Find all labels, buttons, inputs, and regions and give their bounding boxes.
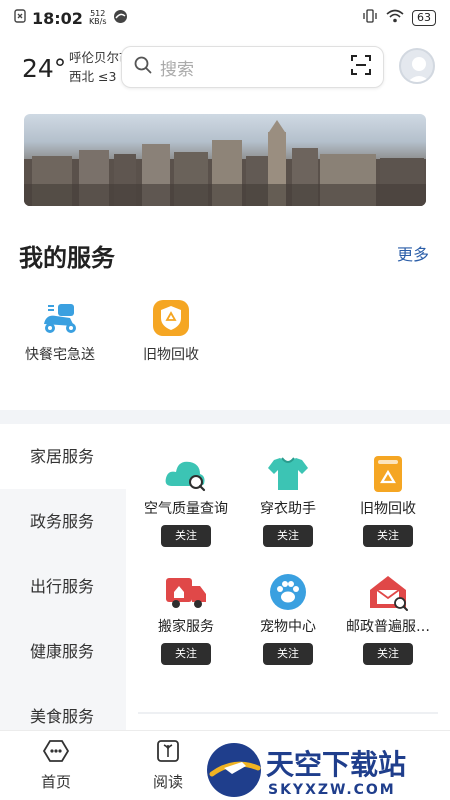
- status-right: 63: [362, 9, 436, 27]
- search-icon: [134, 56, 152, 78]
- mail-house-icon: [366, 572, 410, 612]
- service-name: 宠物中心: [260, 619, 316, 635]
- category-home[interactable]: 家居服务: [0, 424, 126, 489]
- nav-home-label: 首页: [40, 773, 71, 791]
- service-grid: 空气质量查询 关注 穿衣助手 关注 旧物回收 关注 搬家服务 关注 宠物中心 关…: [126, 424, 450, 730]
- service-item[interactable]: 搬家服务 关注: [132, 572, 240, 665]
- category-health[interactable]: 健康服务: [0, 619, 126, 684]
- nav-read[interactable]: 阅读: [138, 739, 198, 792]
- nav-home[interactable]: 首页: [26, 739, 86, 792]
- city-banner[interactable]: [24, 114, 426, 206]
- temperature: 24°: [22, 54, 67, 83]
- moving-truck-icon: [164, 572, 208, 612]
- more-link[interactable]: 更多: [397, 241, 429, 265]
- cloud-search-icon: [164, 454, 208, 494]
- recycle-shield-icon: [151, 298, 191, 338]
- follow-button[interactable]: 关注: [161, 643, 211, 665]
- net-speed-unit: KB/s: [88, 17, 107, 26]
- follow-button[interactable]: 关注: [263, 525, 313, 547]
- home-icon: [42, 740, 70, 767]
- service-item[interactable]: 穿衣助手 关注: [234, 454, 342, 547]
- scan-icon[interactable]: [351, 55, 371, 79]
- section-divider: [0, 410, 450, 424]
- service-name: 空气质量查询: [144, 501, 228, 517]
- service-name: 搬家服务: [158, 619, 214, 635]
- watermark: 天空下载站 SKYXZW.COM: [202, 738, 450, 800]
- notification-icon: [14, 9, 26, 27]
- category-travel[interactable]: 出行服务: [0, 554, 126, 619]
- battery-indicator: 63: [412, 10, 436, 26]
- follow-button[interactable]: 关注: [363, 525, 413, 547]
- service-name: 穿衣助手: [260, 501, 316, 517]
- follow-button[interactable]: 关注: [363, 643, 413, 665]
- my-services-title: 我的服务: [19, 244, 115, 272]
- watermark-url: SKYXZW.COM: [268, 782, 396, 798]
- service-item[interactable]: 宠物中心 关注: [234, 572, 342, 665]
- service-item[interactable]: 邮政普遍服… 关注: [334, 572, 442, 665]
- status-left: 18:02 512 KB/s: [14, 9, 128, 28]
- service-name: 邮政普遍服…: [346, 619, 430, 635]
- net-speed: 512 KB/s: [89, 10, 107, 26]
- book-icon: [155, 740, 181, 767]
- status-bar: 18:02 512 KB/s 63: [0, 0, 450, 36]
- header: 24° 呼伦贝尔市 西北 ≤3 搜索: [0, 42, 450, 96]
- service-item[interactable]: 旧物回收 关注: [334, 454, 442, 547]
- vibrate-icon: [362, 9, 378, 27]
- watermark-logo: 天空下载站 SKYXZW.COM: [207, 743, 406, 798]
- follow-button[interactable]: 关注: [263, 643, 313, 665]
- category-sidebar: 家居服务 政务服务 出行服务 健康服务 美食服务: [0, 424, 126, 730]
- paw-icon: [266, 572, 310, 612]
- watermark-title: 天空下载站: [266, 748, 406, 781]
- scooter-icon: [40, 298, 80, 338]
- app-notification-icon: [113, 9, 128, 28]
- search-placeholder: 搜索: [160, 59, 194, 80]
- city-skyline-image: [24, 120, 426, 206]
- category-government[interactable]: 政务服务: [0, 489, 126, 554]
- follow-button[interactable]: 关注: [161, 525, 211, 547]
- my-service-label: 旧物回收: [143, 347, 199, 363]
- wind-info: 西北 ≤3: [69, 69, 117, 84]
- user-avatar-icon: [407, 57, 431, 82]
- grid-divider: [138, 712, 438, 714]
- my-service-item-delivery[interactable]: 快餐宅急送: [10, 298, 110, 364]
- service-name: 旧物回收: [360, 501, 416, 517]
- shirt-icon: [266, 454, 310, 494]
- recycle-bin-icon: [366, 454, 410, 494]
- clock: 18:02: [32, 8, 83, 28]
- my-service-item-recycle[interactable]: 旧物回收: [121, 298, 221, 364]
- category-food[interactable]: 美食服务: [0, 684, 126, 730]
- nav-read-label: 阅读: [152, 773, 183, 791]
- avatar[interactable]: [399, 48, 435, 84]
- service-item[interactable]: 空气质量查询 关注: [132, 454, 240, 547]
- wifi-icon: [386, 9, 404, 27]
- search-bar[interactable]: 搜索: [121, 46, 384, 88]
- my-service-label: 快餐宅急送: [25, 347, 95, 363]
